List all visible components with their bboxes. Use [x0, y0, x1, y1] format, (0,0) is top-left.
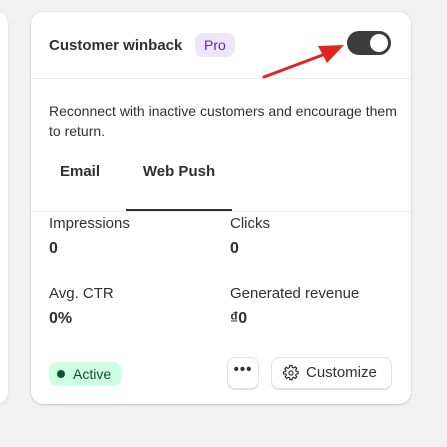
stat-impressions-label: Impressions	[49, 215, 130, 232]
stat-ctr-value: 0%	[49, 310, 73, 327]
stat-revenue-value: ₫0	[230, 310, 248, 327]
more-actions-button[interactable]: •••	[227, 357, 259, 389]
stat-clicks-value: 0	[230, 240, 239, 257]
status-dot-icon	[57, 370, 65, 378]
stat-ctr-label: Avg. CTR	[49, 285, 114, 302]
annotation-arrow-icon	[262, 45, 344, 79]
stat-clicks-label: Clicks	[230, 215, 270, 232]
gear-icon	[282, 364, 299, 381]
tab-email[interactable]: Email	[49, 157, 111, 210]
status-badge: Active	[49, 362, 122, 386]
customize-button[interactable]: Customize	[271, 357, 392, 389]
stat-revenue-label: Generated revenue	[230, 285, 360, 302]
customize-label: Customize	[306, 364, 377, 381]
stat-impressions-value: 0	[49, 240, 58, 257]
channel-tabs: Email Web Push	[31, 157, 411, 212]
tab-web-push[interactable]: Web Push	[126, 157, 232, 211]
status-label: Active	[73, 366, 112, 382]
